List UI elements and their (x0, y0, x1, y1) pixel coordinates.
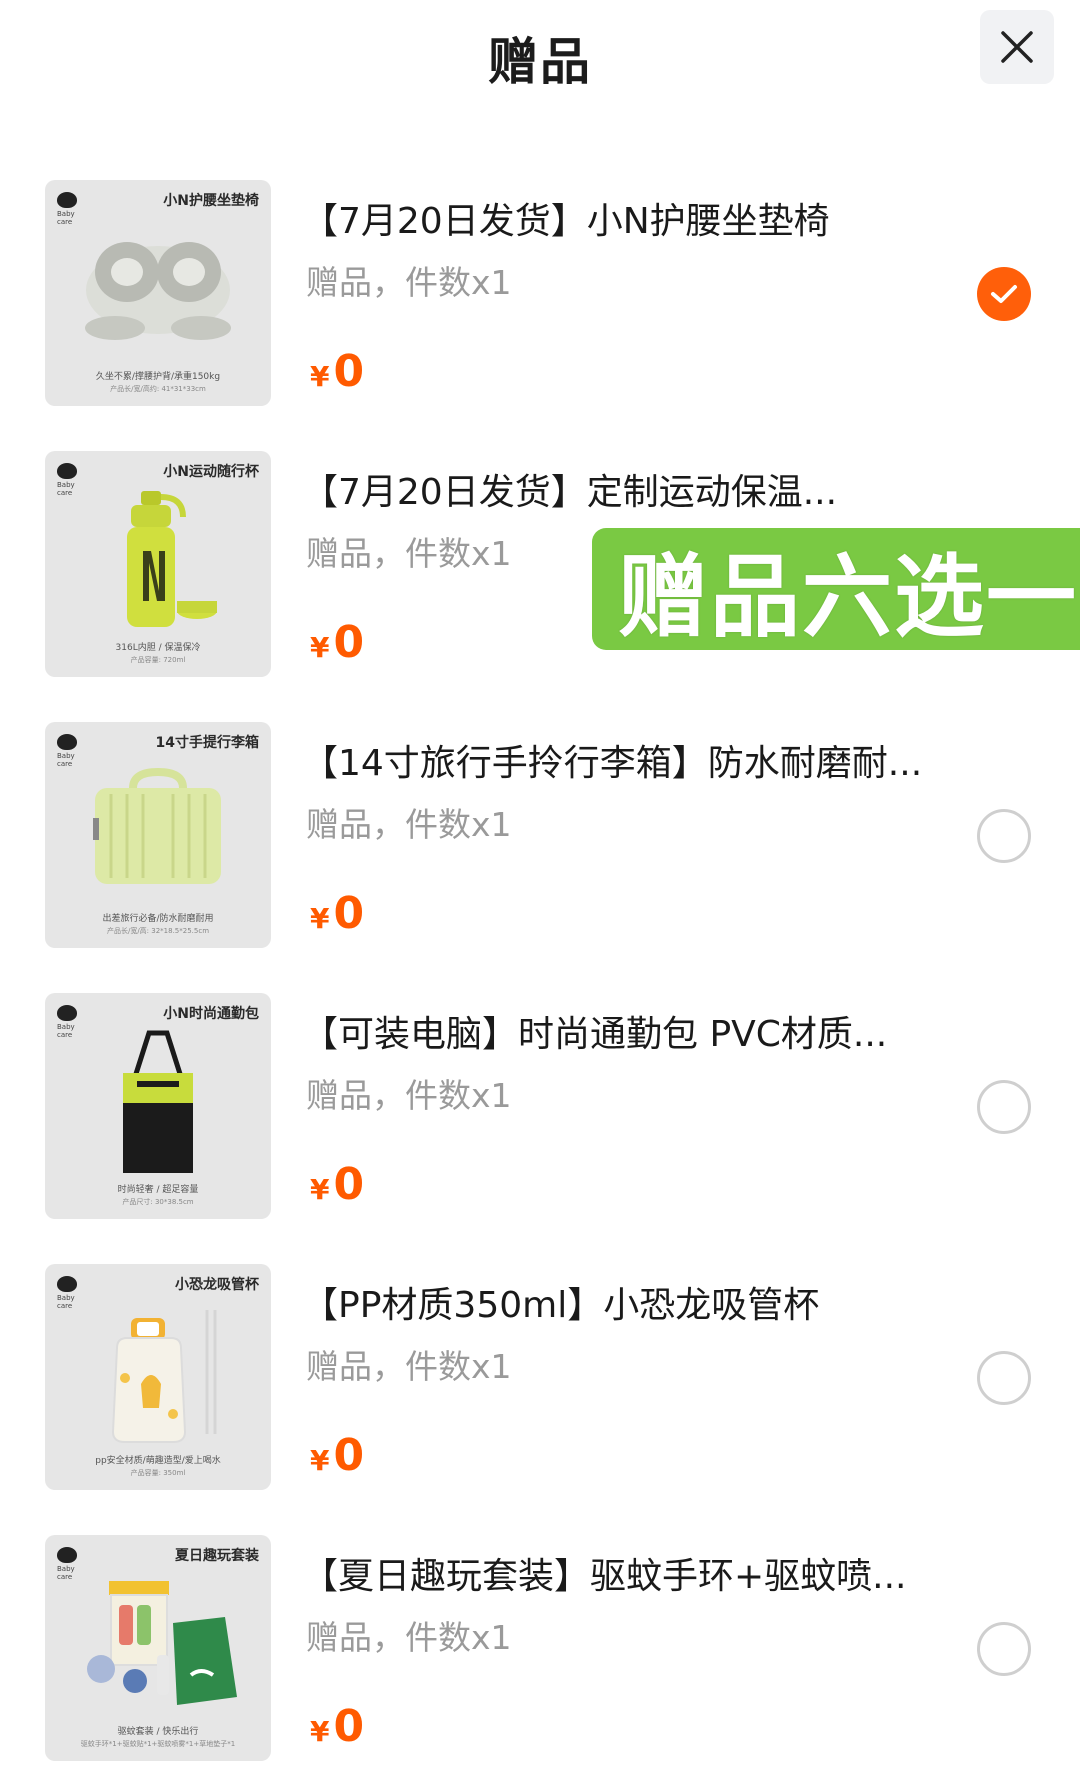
promo-banner-text: 赠品六选一 (618, 545, 1078, 650)
product-price: ¥ 0 (310, 346, 365, 397)
product-price: ¥ 0 (310, 888, 365, 939)
product-name: 【夏日趣玩套装】驱蚊手环+驱蚊喷... (302, 1556, 907, 1597)
header: 赠品 (0, 0, 1080, 110)
product-meta: 赠品，件数x1 (306, 534, 512, 573)
select-radio[interactable] (977, 1351, 1031, 1405)
select-radio-checked[interactable] (977, 267, 1031, 321)
product-name: 【7月20日发货】小N护腰坐垫椅 (302, 201, 830, 242)
product-name: 【7月20日发货】定制运动保温... (302, 472, 838, 513)
thumbnail-subcaption: 驱蚊手环*1+驱蚊贴*1+驱蚊喷雾*1+草地垫子*1 (80, 1740, 236, 1748)
thumbnail-caption: 久坐不累/撑腰护背/承重150kg (95, 372, 221, 382)
product-meta: 赠品，件数x1 (306, 263, 512, 302)
thumbnail-caption: 时尚轻奢 / 超足容量 (117, 1185, 199, 1195)
product-meta: 赠品，件数x1 (306, 1347, 512, 1386)
currency-symbol: ¥ (310, 1444, 330, 1477)
close-button[interactable] (980, 10, 1054, 84)
thumbnail-caption: 出差旅行必备/防水耐磨耐用 (102, 914, 214, 924)
product-name: 【14寸旅行手拎行李箱】防水耐磨耐... (302, 743, 923, 784)
product-price: ¥ 0 (310, 1701, 365, 1752)
product-thumbnail: Baby care 夏日趣玩套装 驱蚊套装 / 快乐出行 驱蚊手环*1+驱蚊贴*… (45, 1535, 271, 1761)
product-meta: 赠品，件数x1 (306, 1618, 512, 1657)
product-meta: 赠品，件数x1 (306, 805, 512, 844)
price-amount: 0 (333, 617, 365, 668)
gift-item[interactable]: Baby care 小N时尚通勤包 时尚轻奢 / 超足容量 产品尺寸: 30*3… (0, 993, 1080, 1225)
currency-symbol: ¥ (310, 902, 330, 935)
select-radio[interactable] (977, 809, 1031, 863)
promo-banner: 赠品六选一 (592, 528, 1080, 650)
product-thumbnail: Baby care 小N时尚通勤包 时尚轻奢 / 超足容量 产品尺寸: 30*3… (45, 993, 271, 1219)
thumbnail-subcaption: 产品尺寸: 30*38.5cm (122, 1198, 194, 1206)
product-price: ¥ 0 (310, 617, 365, 668)
thumbnail-subcaption: 产品容量: 720ml (130, 656, 186, 664)
product-meta: 赠品，件数x1 (306, 1076, 512, 1115)
product-thumbnail: Baby care 14寸手提行李箱 出差旅行必备/防水耐磨耐用 产品长/宽/高… (45, 722, 271, 948)
select-radio[interactable] (977, 1622, 1031, 1676)
currency-symbol: ¥ (310, 1173, 330, 1206)
gift-item[interactable]: Baby care 夏日趣玩套装 驱蚊套装 / 快乐出行 驱蚊手环*1+驱蚊贴*… (0, 1535, 1080, 1767)
thumbnail-subcaption: 产品长/宽/高: 32*18.5*25.5cm (106, 927, 210, 935)
price-amount: 0 (333, 346, 365, 397)
currency-symbol: ¥ (310, 360, 330, 393)
page-title: 赠品 (488, 33, 592, 91)
currency-symbol: ¥ (310, 1715, 330, 1748)
price-amount: 0 (333, 1430, 365, 1481)
thumbnail-subcaption: 产品长/宽/高约: 41*31*33cm (110, 385, 206, 393)
thumbnail-subcaption: 产品容量: 350ml (130, 1469, 186, 1477)
product-thumbnail: Baby care 小恐龙吸管杯 pp安全材质/萌趣造型/爱上喝水 产品容量: … (45, 1264, 271, 1490)
price-amount: 0 (333, 1701, 365, 1752)
thumbnail-caption: 驱蚊套装 / 快乐出行 (117, 1727, 199, 1737)
close-icon (1001, 31, 1033, 63)
gift-item[interactable]: Baby care 小恐龙吸管杯 pp安全材质/萌趣造型/爱上喝水 产品容量: … (0, 1264, 1080, 1496)
product-price: ¥ 0 (310, 1159, 365, 1210)
product-thumbnail: Baby care 小N运动随行杯 316L内胆 / 保温保冷 产品容量: 72… (45, 451, 271, 677)
checkmark-icon (991, 285, 1017, 303)
currency-symbol: ¥ (310, 631, 330, 664)
product-price: ¥ 0 (310, 1430, 365, 1481)
gift-item[interactable]: Baby care 小N护腰坐垫椅 久坐不累/撑腰护背/承重150kg 产品长/… (0, 180, 1080, 412)
price-amount: 0 (333, 888, 365, 939)
product-thumbnail: Baby care 小N护腰坐垫椅 久坐不累/撑腰护背/承重150kg 产品长/… (45, 180, 271, 406)
thumbnail-caption: 316L内胆 / 保温保冷 (115, 643, 201, 653)
gift-item[interactable]: Baby care 14寸手提行李箱 出差旅行必备/防水耐磨耐用 产品长/宽/高… (0, 722, 1080, 954)
product-name: 【PP材质350ml】小恐龙吸管杯 (302, 1285, 820, 1326)
product-name: 【可装电脑】时尚通勤包 PVC材质... (302, 1014, 888, 1055)
select-radio[interactable] (977, 1080, 1031, 1134)
price-amount: 0 (333, 1159, 365, 1210)
thumbnail-caption: pp安全材质/萌趣造型/爱上喝水 (95, 1456, 221, 1466)
